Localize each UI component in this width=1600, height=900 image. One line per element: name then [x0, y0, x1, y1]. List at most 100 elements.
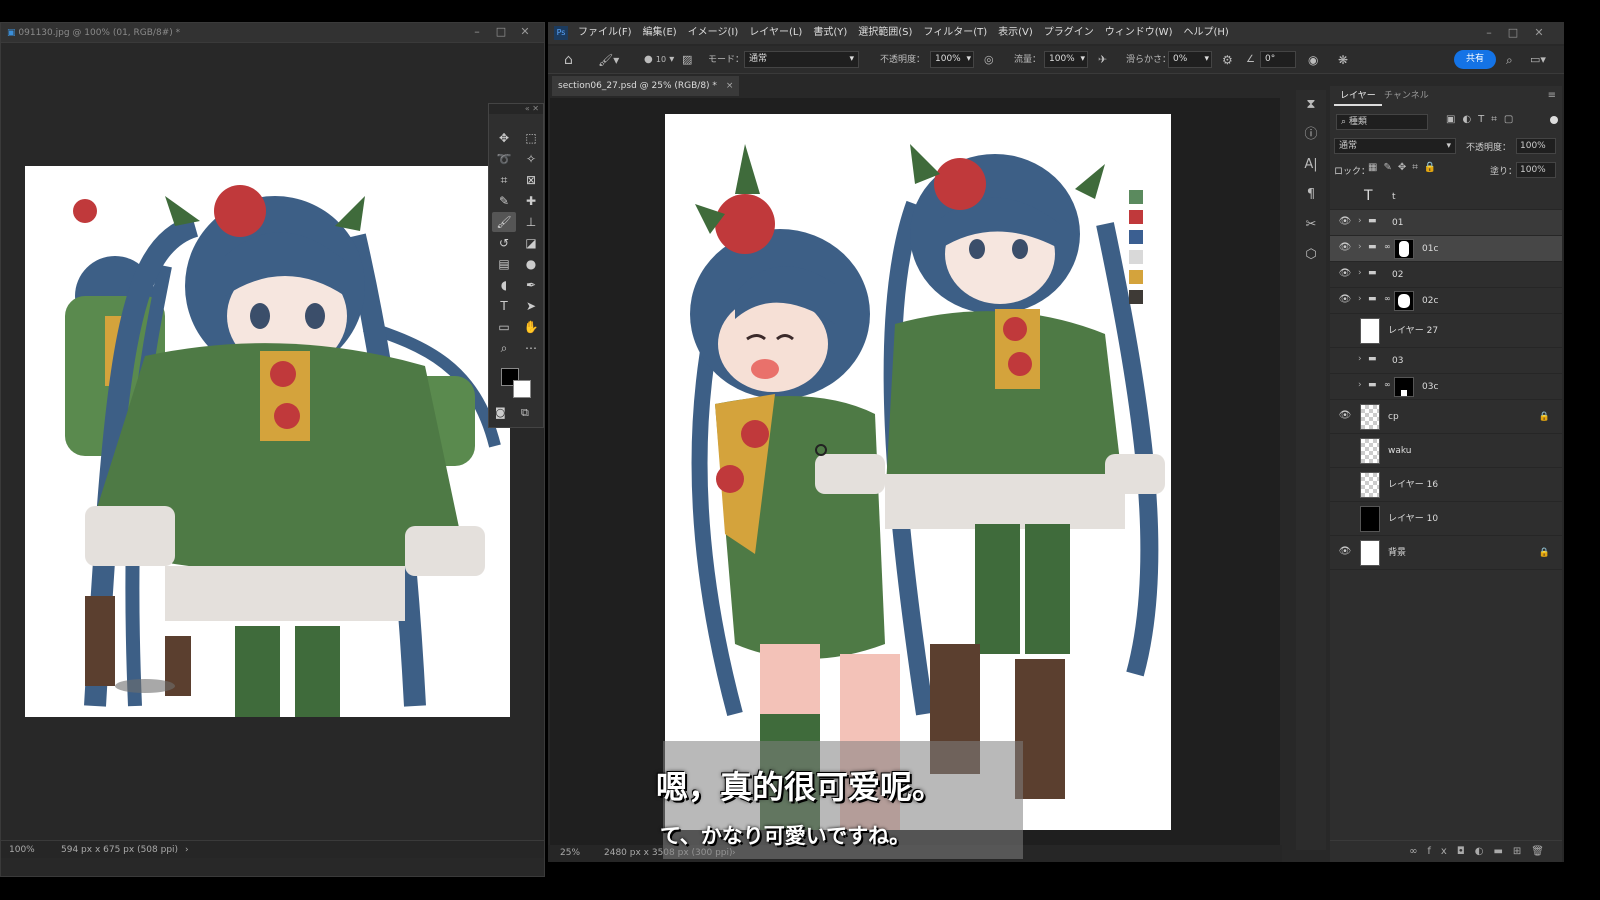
- layer-actions-bar[interactable]: ∞fx◘◐▬⊞🗑: [1330, 840, 1562, 862]
- layer-row[interactable]: レイヤー 27: [1330, 314, 1562, 348]
- brush-preset-icon[interactable]: 🖌▾: [598, 52, 619, 68]
- move-tool-icon[interactable]: ✥: [492, 128, 516, 148]
- chevron-right-icon[interactable]: ›: [1358, 380, 1362, 390]
- palette-swatch-blue[interactable]: [1129, 230, 1143, 244]
- tools-panel-icon[interactable]: ✂: [1296, 210, 1326, 240]
- flow-input[interactable]: 100% ▾: [1044, 51, 1088, 68]
- more-tools-icon[interactable]: ⋯: [519, 338, 543, 358]
- layer-row[interactable]: › ▬ ∞ 03c: [1330, 374, 1562, 400]
- hand-tool-icon[interactable]: ✋: [519, 317, 543, 337]
- dodge-tool-icon[interactable]: ◖: [492, 275, 516, 295]
- brush-tool-icon[interactable]: 🖌: [492, 212, 516, 232]
- lock-options-icons[interactable]: ▦✎✥⌗🔒: [1368, 162, 1442, 173]
- eye-icon[interactable]: 👁: [1338, 410, 1352, 421]
- quick-mask-icon[interactable]: ◙: [495, 406, 506, 419]
- layer-filter-icons[interactable]: ▣◐T⌗▢: [1446, 114, 1520, 125]
- path-selection-tool-icon[interactable]: ➤: [519, 296, 543, 316]
- menu-window[interactable]: ウィンドウ(W): [1105, 22, 1173, 44]
- document-tab[interactable]: section06_27.psd @ 25% (RGB/8) * ×: [552, 76, 740, 96]
- type-tool-icon[interactable]: T: [492, 296, 516, 316]
- ps-app-icon[interactable]: Ps: [554, 26, 568, 40]
- menu-edit[interactable]: 編集(E): [643, 22, 677, 44]
- zoom-tool-icon[interactable]: ⌕: [492, 338, 516, 358]
- mode-select[interactable]: 通常 ▾: [744, 51, 859, 68]
- brush-settings-icon[interactable]: ▨: [682, 52, 692, 68]
- pressure-size-icon[interactable]: ◉: [1308, 52, 1318, 68]
- home-icon[interactable]: ⌂: [564, 52, 573, 68]
- symmetry-icon[interactable]: ❋: [1338, 52, 1348, 68]
- panel-menu-icon[interactable]: ≡: [1548, 90, 1556, 101]
- menu-image[interactable]: イメージ(I): [688, 22, 739, 44]
- right-zoom-readout[interactable]: 25%: [560, 845, 580, 862]
- pressure-opacity-icon[interactable]: ◎: [984, 52, 994, 68]
- menu-select[interactable]: 選択範囲(S): [858, 22, 912, 44]
- layer-row[interactable]: 👁 › ▬ 01: [1330, 210, 1562, 236]
- rectangle-tool-icon[interactable]: ▭: [492, 317, 516, 337]
- chevron-right-icon[interactable]: ›: [1358, 242, 1362, 252]
- layer-opacity-input[interactable]: 100%: [1516, 138, 1556, 154]
- close-icon[interactable]: ✕: [514, 23, 536, 41]
- menu-help[interactable]: ヘルプ(H): [1183, 22, 1228, 44]
- menu-file[interactable]: ファイル(F): [578, 22, 632, 44]
- search-icon[interactable]: ⌕: [1506, 52, 1513, 68]
- mask-thumbnail[interactable]: [1394, 377, 1414, 397]
- eye-icon[interactable]: 👁: [1338, 546, 1352, 557]
- eye-icon[interactable]: 👁: [1338, 216, 1352, 227]
- background-color-swatch[interactable]: [513, 380, 531, 398]
- smoothing-input[interactable]: 0% ▾: [1168, 51, 1212, 68]
- brush-size-picker[interactable]: ● 10 ▾: [644, 52, 674, 68]
- layer-filter-select[interactable]: ⌕ 種類: [1336, 114, 1428, 130]
- menu-type[interactable]: 書式(Y): [813, 22, 847, 44]
- eye-icon[interactable]: 👁: [1338, 268, 1352, 279]
- layer-row[interactable]: 👁 › ▬ 02: [1330, 262, 1562, 288]
- eye-icon[interactable]: 👁: [1338, 242, 1352, 253]
- filter-toggle-icon[interactable]: [1550, 116, 1558, 124]
- layer-row-selected[interactable]: 👁 › ▬ ∞ 01c: [1330, 236, 1562, 262]
- chevron-right-icon[interactable]: ›: [1358, 294, 1362, 304]
- blend-mode-select[interactable]: 通常 ▾: [1334, 138, 1456, 154]
- palette-swatch-red[interactable]: [1129, 210, 1143, 224]
- crop-tool-icon[interactable]: ⌗: [492, 170, 516, 190]
- eye-icon[interactable]: 👁: [1338, 294, 1352, 305]
- lasso-tool-icon[interactable]: ➰: [492, 149, 516, 169]
- main-artwork-canvas[interactable]: [665, 114, 1171, 830]
- palette-swatch-light-gray[interactable]: [1129, 250, 1143, 264]
- layer-row[interactable]: waku: [1330, 434, 1562, 468]
- mask-thumbnail[interactable]: [1394, 291, 1414, 311]
- character-panel-icon[interactable]: A|: [1296, 150, 1326, 180]
- layer-row[interactable]: 👁 › ▬ ∞ 02c: [1330, 288, 1562, 314]
- layer-row[interactable]: レイヤー 16: [1330, 468, 1562, 502]
- left-window-titlebar[interactable]: ▣ 091130.jpg @ 100% (01, RGB/8#) * – □ ✕: [1, 23, 544, 43]
- layer-row[interactable]: レイヤー 10: [1330, 502, 1562, 536]
- palette-swatch-dark-brown[interactable]: [1129, 290, 1143, 304]
- toolbox-header[interactable]: « ✕: [489, 104, 543, 114]
- close-icon[interactable]: ✕: [1528, 24, 1550, 42]
- palette-swatch-yellow[interactable]: [1129, 270, 1143, 284]
- menu-layer[interactable]: レイヤー(L): [749, 22, 802, 44]
- menu-view[interactable]: 表示(V): [998, 22, 1033, 44]
- marquee-tool-icon[interactable]: ⬚: [519, 128, 543, 148]
- pen-tool-icon[interactable]: ✒: [519, 275, 543, 295]
- 3d-panel-icon[interactable]: ⬡: [1296, 240, 1326, 270]
- stamp-tool-icon[interactable]: ⊥: [519, 212, 543, 232]
- angle-input[interactable]: 0°: [1260, 51, 1296, 68]
- opacity-input[interactable]: 100% ▾: [930, 51, 974, 68]
- close-tab-icon[interactable]: ×: [726, 81, 734, 91]
- left-zoom-readout[interactable]: 100%: [9, 841, 35, 859]
- layer-row[interactable]: › ▬ 03: [1330, 348, 1562, 374]
- frame-tool-icon[interactable]: ⊠: [519, 170, 543, 190]
- tab-layers[interactable]: レイヤー: [1334, 86, 1382, 106]
- eraser-tool-icon[interactable]: ◪: [519, 233, 543, 253]
- gradient-tool-icon[interactable]: ▤: [492, 254, 516, 274]
- tab-channels[interactable]: チャンネル: [1378, 86, 1435, 106]
- magic-wand-tool-icon[interactable]: ✧: [519, 149, 543, 169]
- layer-row[interactable]: 👁 cp 🔒: [1330, 400, 1562, 434]
- menu-plugins[interactable]: プラグイン: [1044, 22, 1094, 44]
- document-canvas-area[interactable]: [550, 98, 1280, 845]
- paragraph-panel-icon[interactable]: ¶: [1296, 180, 1326, 210]
- minimize-icon[interactable]: –: [1478, 24, 1500, 42]
- fill-input[interactable]: 100%: [1516, 162, 1556, 178]
- layer-row[interactable]: 👁 背景 🔒: [1330, 536, 1562, 570]
- minimize-icon[interactable]: –: [466, 23, 488, 41]
- palette-swatch-green[interactable]: [1129, 190, 1143, 204]
